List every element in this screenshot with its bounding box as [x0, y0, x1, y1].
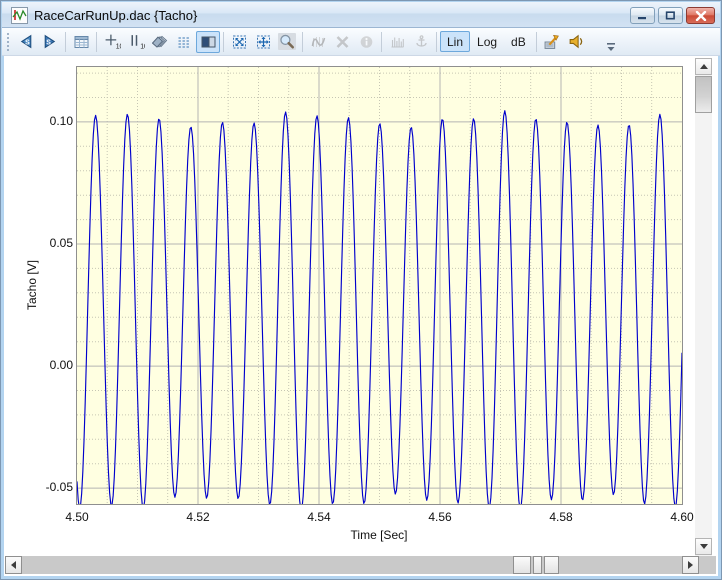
split-view-button[interactable] [196, 31, 220, 53]
previous-signal-button[interactable]: S [14, 31, 38, 53]
toolbar-separator [536, 32, 537, 52]
info-icon [358, 34, 375, 50]
svg-text:S: S [25, 39, 30, 46]
waveform-document-icon [11, 7, 28, 24]
signal-table-button[interactable] [69, 31, 93, 53]
layers-icon [152, 34, 169, 50]
magnifier-icon [278, 33, 296, 50]
scroll-down-button[interactable] [695, 538, 712, 555]
arrow-down-icon [700, 544, 708, 549]
autoscale-xy-button[interactable] [227, 31, 251, 53]
db-scale-button[interactable]: dB [504, 31, 533, 52]
arrow-left-s-icon: S [17, 33, 35, 50]
speaker-icon [567, 33, 585, 50]
log-scale-button[interactable]: Log [470, 31, 504, 52]
toolbar: S S 10 10 LinLogdB [2, 28, 720, 56]
expand-diagonal-icon [231, 34, 248, 50]
y-axis-title: Tacho [V] [25, 260, 39, 310]
x-tick-label: 4.56 [420, 510, 460, 524]
minimize-icon [637, 11, 648, 20]
edit-signal-button[interactable] [306, 31, 330, 53]
export-arrow-icon [543, 33, 561, 50]
v-scroll-thumb[interactable] [695, 76, 712, 113]
scroll-left-button[interactable] [5, 556, 22, 574]
y-tick-label: 0.10 [50, 114, 73, 128]
next-signal-button[interactable]: S [38, 31, 62, 53]
table-icon [73, 34, 90, 50]
maximize-icon [665, 11, 676, 20]
h-scroll-right-handle[interactable] [544, 556, 559, 574]
expand-cross-icon [255, 34, 272, 50]
minimize-button[interactable] [630, 7, 655, 24]
signal-info-button[interactable] [354, 31, 378, 53]
toolbar-separator [381, 32, 382, 52]
close-button[interactable] [686, 7, 715, 24]
anchor-cursor-button[interactable] [409, 31, 433, 53]
arrow-left-icon [11, 561, 16, 569]
toolbar-separator [96, 32, 97, 52]
remove-signal-button[interactable] [330, 31, 354, 53]
cross-x-icon [334, 34, 351, 50]
scroll-up-button[interactable] [695, 58, 712, 75]
x-tick-label: 4.52 [178, 510, 218, 524]
split-pane-icon [200, 34, 217, 50]
x-tick-label: 4.58 [541, 510, 581, 524]
anchor-icon [413, 34, 430, 50]
toolbar-overflow-chevron[interactable] [604, 41, 618, 53]
y-tick-label: -0.05 [46, 480, 73, 494]
overlay-traces-button[interactable] [148, 31, 172, 53]
scroll-right-button[interactable] [682, 556, 699, 574]
vertical-scrollbar[interactable] [695, 58, 712, 556]
arrow-right-s-icon: S [41, 33, 59, 50]
toolbar-separator [65, 32, 66, 52]
crosshair-10-icon: 10 [104, 33, 121, 50]
x-axis-title: Time [Sec] [351, 528, 408, 542]
zoom-button[interactable] [275, 31, 299, 53]
y-grid-divisions-button[interactable]: 10 [124, 31, 148, 53]
harmonic-cursor-button[interactable] [385, 31, 409, 53]
app-window: RaceCarRunUp.dac {Tacho} S S 10 10 LinLogdB [0, 0, 722, 580]
y-tick-label: 0.05 [50, 236, 73, 250]
toolbar-separator [302, 32, 303, 52]
trace-rows-button[interactable] [172, 31, 196, 53]
toolbar-grip[interactable] [6, 32, 10, 52]
export-button[interactable] [540, 31, 564, 53]
plot-area[interactable] [76, 66, 683, 505]
maximize-button[interactable] [658, 7, 683, 24]
horizontal-scrollbar[interactable] [5, 556, 716, 574]
window-controls [630, 7, 715, 24]
x-tick-label: 4.54 [299, 510, 339, 524]
toolbar-separator [223, 32, 224, 52]
arrow-right-icon [688, 561, 693, 569]
arrow-up-icon [700, 64, 708, 69]
x-tick-label: 4.50 [57, 510, 97, 524]
svg-text:S: S [46, 39, 51, 46]
window-title: RaceCarRunUp.dac {Tacho} [34, 8, 197, 23]
h-scroll-left-handle[interactable] [513, 556, 531, 574]
vlines-10-icon: 10 [128, 33, 145, 50]
y-tick-label: 0.00 [50, 358, 73, 372]
linear-scale-button[interactable]: Lin [440, 31, 470, 52]
comb-icon [389, 34, 406, 50]
waveform-chart [77, 67, 682, 504]
svg-text:10: 10 [115, 43, 120, 50]
autoscale-y-button[interactable] [251, 31, 275, 53]
toolbar-separator [436, 32, 437, 52]
wave-icon [310, 34, 327, 50]
audio-replay-button[interactable] [564, 31, 588, 53]
title-bar: RaceCarRunUp.dac {Tacho} [2, 2, 720, 28]
h-scroll-thumb[interactable] [533, 556, 542, 574]
x-grid-divisions-button[interactable]: 10 [100, 31, 124, 53]
dashed-rows-icon [176, 34, 193, 50]
svg-text:10: 10 [140, 43, 145, 50]
close-icon [695, 11, 707, 21]
